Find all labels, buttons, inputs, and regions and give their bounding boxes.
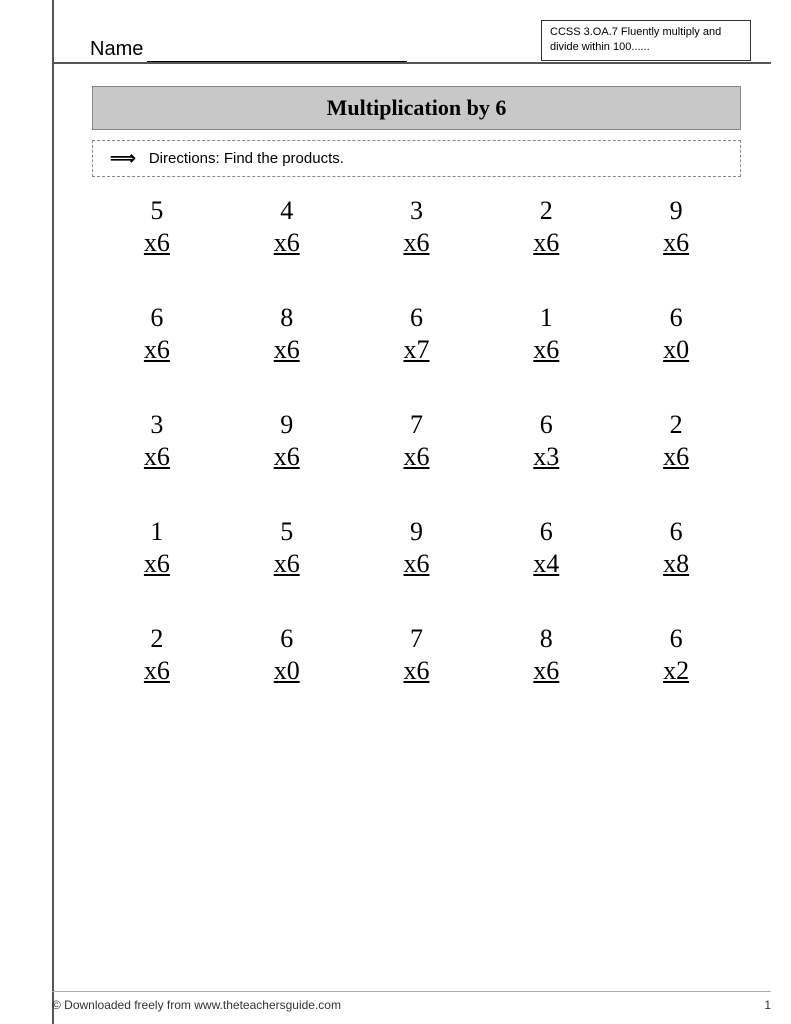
problem-top: 6: [410, 302, 423, 333]
problem-top: 6: [670, 516, 683, 547]
problem-top: 1: [540, 302, 553, 333]
problem-bottom: x0: [274, 654, 300, 688]
problem-top: 8: [540, 623, 553, 654]
problem-item: 3x6: [352, 195, 482, 260]
problem-item: 9x6: [352, 516, 482, 581]
problem-top: 1: [150, 516, 163, 547]
problem-top: 3: [150, 409, 163, 440]
problem-item: 6x4: [481, 516, 611, 581]
problem-bottom: x6: [403, 226, 429, 260]
problem-top: 2: [150, 623, 163, 654]
problem-bottom: x6: [274, 226, 300, 260]
problem-item: 6x0: [222, 623, 352, 688]
problem-item: 6x8: [611, 516, 741, 581]
problem-top: 3: [410, 195, 423, 226]
title-text: Multiplication by 6: [327, 95, 507, 120]
problem-top: 5: [280, 516, 293, 547]
problem-item: 6x6: [92, 302, 222, 367]
problem-bottom: x6: [533, 226, 559, 260]
problem-bottom: x6: [403, 547, 429, 581]
copyright-text: © Downloaded freely from www.theteachers…: [52, 998, 341, 1012]
problem-item: 2x6: [92, 623, 222, 688]
problem-bottom: x6: [274, 547, 300, 581]
problem-top: 9: [670, 195, 683, 226]
problem-top: 2: [540, 195, 553, 226]
problem-item: 4x6: [222, 195, 352, 260]
problem-bottom: x6: [663, 226, 689, 260]
problem-item: 9x6: [222, 409, 352, 474]
problem-bottom: x6: [144, 654, 170, 688]
problem-item: 8x6: [481, 623, 611, 688]
problem-bottom: x6: [663, 440, 689, 474]
problem-top: 9: [410, 516, 423, 547]
problem-item: 2x6: [481, 195, 611, 260]
problem-item: 6x2: [611, 623, 741, 688]
problem-item: 6x7: [352, 302, 482, 367]
footer: © Downloaded freely from www.theteachers…: [52, 991, 771, 1012]
directions-box: ⟹ Directions: Find the products.: [92, 140, 741, 177]
problem-top: 7: [410, 623, 423, 654]
problem-bottom: x4: [533, 547, 559, 581]
problem-top: 6: [540, 516, 553, 547]
problem-bottom: x6: [144, 547, 170, 581]
problem-bottom: x3: [533, 440, 559, 474]
directions-text: Directions: Find the products.: [149, 150, 344, 167]
header-area: Name CCSS 3.OA.7 Fluently multiply and d…: [30, 20, 761, 78]
problem-top: 2: [670, 409, 683, 440]
problem-item: 1x6: [92, 516, 222, 581]
problem-top: 6: [670, 623, 683, 654]
problem-bottom: x2: [663, 654, 689, 688]
problem-item: 5x6: [222, 516, 352, 581]
left-border: [52, 0, 54, 1024]
problem-top: 6: [280, 623, 293, 654]
problem-item: 1x6: [481, 302, 611, 367]
problem-bottom: x6: [274, 333, 300, 367]
problem-item: 6x0: [611, 302, 741, 367]
problem-bottom: x6: [144, 440, 170, 474]
problem-item: 9x6: [611, 195, 741, 260]
problem-bottom: x6: [144, 226, 170, 260]
problem-bottom: x6: [533, 654, 559, 688]
problem-bottom: x6: [403, 440, 429, 474]
arrow-icon: ⟹: [105, 148, 141, 169]
problem-bottom: x0: [663, 333, 689, 367]
problem-item: 6x3: [481, 409, 611, 474]
problem-bottom: x6: [533, 333, 559, 367]
problem-item: 7x6: [352, 623, 482, 688]
top-border: [52, 62, 771, 64]
page-number: 1: [764, 998, 771, 1012]
page: Name CCSS 3.OA.7 Fluently multiply and d…: [0, 0, 791, 1024]
problem-item: 5x6: [92, 195, 222, 260]
problems-grid: 5x64x63x62x69x66x68x66x71x66x03x69x67x66…: [92, 195, 741, 730]
problem-bottom: x7: [403, 333, 429, 367]
content-area: Multiplication by 6 ⟹ Directions: Find t…: [30, 86, 761, 730]
problem-item: 3x6: [92, 409, 222, 474]
problem-item: 2x6: [611, 409, 741, 474]
problem-item: 8x6: [222, 302, 352, 367]
problem-top: 6: [150, 302, 163, 333]
problem-top: 6: [540, 409, 553, 440]
problem-bottom: x6: [144, 333, 170, 367]
problem-top: 7: [410, 409, 423, 440]
problem-item: 7x6: [352, 409, 482, 474]
problem-bottom: x6: [403, 654, 429, 688]
problem-top: 4: [280, 195, 293, 226]
problem-bottom: x6: [274, 440, 300, 474]
title-box: Multiplication by 6: [92, 86, 741, 130]
problem-top: 5: [150, 195, 163, 226]
ccss-box: CCSS 3.OA.7 Fluently multiply and divide…: [541, 20, 751, 61]
problem-bottom: x8: [663, 547, 689, 581]
problem-top: 6: [670, 302, 683, 333]
name-label: Name: [90, 38, 407, 63]
problem-top: 8: [280, 302, 293, 333]
problem-top: 9: [280, 409, 293, 440]
